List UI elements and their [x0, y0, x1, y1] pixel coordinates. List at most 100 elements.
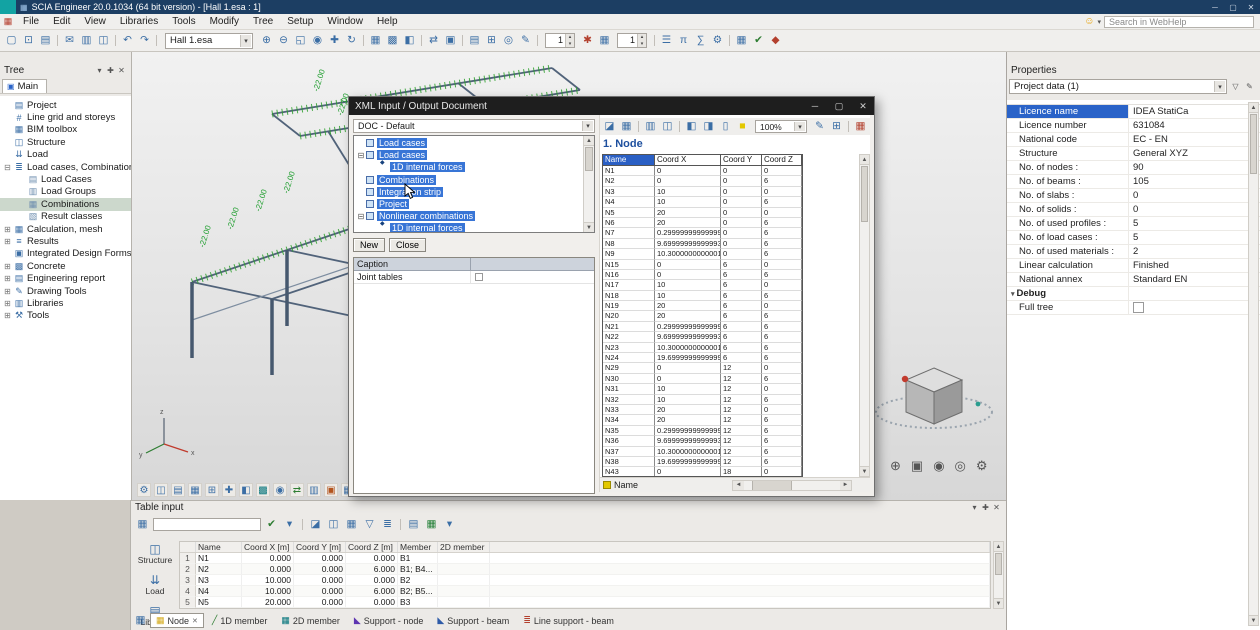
menu-item[interactable]: Help — [370, 14, 405, 29]
close-icon[interactable]: ✕ — [116, 66, 127, 75]
tree-item[interactable]: ▧Result classes — [0, 211, 131, 223]
page-preview-icon[interactable]: ◫ — [660, 119, 675, 134]
view-settings-icon[interactable]: ⚙ — [137, 483, 151, 497]
property-row[interactable]: StructureGeneral XYZ — [1007, 147, 1260, 161]
table-composer-icon[interactable]: ▦ — [619, 119, 634, 134]
checkbox-icon[interactable] — [366, 176, 374, 184]
property-row[interactable]: No. of slabs :0 — [1007, 189, 1260, 203]
send-to-document-icon[interactable]: ▤ — [406, 517, 421, 532]
view-point-icon[interactable]: ◉ — [933, 458, 944, 474]
navigation-cube[interactable] — [876, 368, 992, 428]
property-row[interactable]: No. of load cases :5 — [1007, 231, 1260, 245]
paste-rows-icon[interactable]: ◫ — [326, 517, 341, 532]
snap-icon[interactable]: ◎ — [501, 33, 516, 48]
input-options-icon[interactable]: ▾ — [282, 517, 297, 532]
dialog-titlebar[interactable]: XML Input / Output Document ─ ▢ ✕ — [349, 97, 874, 115]
print-icon[interactable]: ▥ — [79, 33, 94, 48]
node-row[interactable]: N3819.6999999999999126 — [603, 457, 802, 467]
add-item-icon[interactable]: ⊞ — [829, 119, 844, 134]
perspective-icon[interactable]: ◎ — [955, 458, 966, 474]
checkbox-icon[interactable] — [380, 163, 387, 171]
property-row[interactable]: No. of solids :0 — [1007, 203, 1260, 217]
export-document-icon[interactable]: ◪ — [602, 119, 617, 134]
node-row[interactable]: N210.29999999999999966 — [603, 322, 802, 332]
table-scrollbar[interactable]: ▲▼ — [993, 541, 1004, 609]
page-layout-icon[interactable]: ▯ — [718, 119, 733, 134]
side-tab[interactable]: ⇊Load▾ — [133, 572, 177, 598]
bottom-tab[interactable]: ◣Support - beam✕ — [431, 613, 515, 628]
node-row[interactable]: N31000 — [603, 187, 802, 197]
table-row[interactable]: 4N410.0000.0006.000B2; B5... — [180, 586, 990, 597]
axonometry-icon[interactable]: ▣ — [911, 458, 923, 474]
open-project-icon[interactable]: ⊡ — [21, 33, 36, 48]
node-row[interactable]: N1000 — [603, 166, 802, 176]
node-row[interactable]: N3420126 — [603, 415, 802, 425]
rotate-view-icon[interactable]: ↻ — [344, 33, 359, 48]
table-row[interactable]: 5N520.0000.0000.000B3 — [180, 597, 990, 608]
joint-tables-checkbox[interactable] — [475, 273, 483, 281]
properties-selector[interactable]: Project data (1)▾ — [1009, 79, 1227, 94]
node-row[interactable]: N2419.699999999999966 — [603, 353, 802, 363]
clipping-box-icon[interactable]: ◧ — [402, 33, 417, 48]
column-header[interactable]: Coord Y [m] — [294, 542, 346, 552]
spinner-arrows[interactable]: ▴▾ — [637, 34, 646, 47]
node-row[interactable]: N229.6999999999999366 — [603, 332, 802, 342]
bottom-tab[interactable]: ▦2D member✕ — [275, 613, 346, 628]
node-row[interactable]: N290120 — [603, 363, 802, 373]
input-table[interactable]: NameCoord X [m]Coord Y [m]Coord Z [m]Mem… — [179, 541, 991, 609]
node-table-scrollbar[interactable]: ▲▼ — [859, 154, 870, 477]
node-column-header[interactable]: Coord Z — [762, 155, 802, 165]
tree-item[interactable]: ⊞▦Calculation, mesh — [0, 223, 131, 235]
column-header[interactable]: Coord X [m] — [242, 542, 294, 552]
node-row[interactable]: N369.69999999999993126 — [603, 436, 802, 446]
xml-tree-item[interactable]: ⊟Nonlinear combinations — [354, 210, 594, 222]
checkbox-icon[interactable] — [366, 151, 374, 159]
navigation-settings-icon[interactable]: ⚙ — [976, 458, 988, 474]
wireframe-icon[interactable]: ▦ — [368, 33, 383, 48]
load-scale-icon[interactable]: ✱ — [580, 33, 595, 48]
export-options-icon[interactable]: ▾ — [442, 517, 457, 532]
app-menu-icon[interactable]: ▦ — [0, 16, 16, 27]
tree-item[interactable]: ◫Structure — [0, 136, 131, 148]
xml-tree-item[interactable]: Load cases — [354, 137, 594, 149]
layers-icon[interactable]: ▤ — [467, 33, 482, 48]
pin-icon[interactable]: ✚ — [105, 66, 116, 75]
send-file-icon[interactable]: ✉ — [62, 33, 77, 48]
spinner-arrows[interactable]: ▴▾ — [565, 34, 574, 47]
edit-property-icon[interactable]: ✎ — [1244, 82, 1255, 91]
minimize-button[interactable]: ─ — [1206, 3, 1224, 12]
column-header[interactable]: 2D member — [438, 542, 490, 552]
property-row[interactable]: Licence number631084 — [1007, 119, 1260, 133]
xml-tree-item[interactable]: ⊟Load cases — [354, 149, 594, 161]
zoom-in-icon[interactable]: ⊕ — [259, 33, 274, 48]
document-icon[interactable]: ☰ — [659, 33, 674, 48]
named-views-icon[interactable]: ▣ — [443, 33, 458, 48]
regenerate-icon[interactable]: ⇄ — [426, 33, 441, 48]
edit-table-icon[interactable]: ✎ — [812, 119, 827, 134]
undo-icon[interactable]: ↶ — [120, 33, 135, 48]
properties-scrollbar[interactable]: ▲▼ — [1248, 102, 1259, 626]
node-row[interactable]: N3210126 — [603, 395, 802, 405]
checkbox-icon[interactable] — [366, 200, 374, 208]
property-row[interactable]: National annexStandard EN — [1007, 273, 1260, 287]
highlight-color-icon[interactable]: ■ — [735, 119, 750, 134]
layout-left-icon[interactable]: ◧ — [684, 119, 699, 134]
h-scrollbar[interactable]: ◄► — [732, 480, 852, 491]
bottom-tab[interactable]: ≣Line support - beam✕ — [517, 613, 620, 628]
menu-item[interactable]: Modify — [203, 14, 246, 29]
view-parameters-icon[interactable]: ◫ — [154, 483, 168, 497]
node-row[interactable]: N41006 — [603, 197, 802, 207]
node-row[interactable]: N2006 — [603, 176, 802, 186]
node-column-header[interactable]: Coord X — [655, 155, 721, 165]
scale-spinner-1[interactable]: 1▴▾ — [545, 33, 575, 48]
table-row[interactable]: 3N310.0000.0000.000B2 — [180, 575, 990, 586]
doc-selector[interactable]: DOC - Default▾ — [353, 119, 595, 133]
side-tab[interactable]: ◫Structure▾ — [133, 541, 177, 567]
checkbox-icon[interactable] — [366, 139, 374, 147]
menu-item[interactable]: Edit — [46, 14, 77, 29]
switch-view-icon[interactable]: ⇄ — [290, 483, 304, 497]
pin-icon[interactable]: ✚ — [980, 503, 991, 512]
tree-item[interactable]: ⊞▤Engineering report — [0, 272, 131, 284]
node-row[interactable]: N300126 — [603, 374, 802, 384]
tree-item[interactable]: ⊟≣Load cases, Combinations — [0, 161, 131, 173]
